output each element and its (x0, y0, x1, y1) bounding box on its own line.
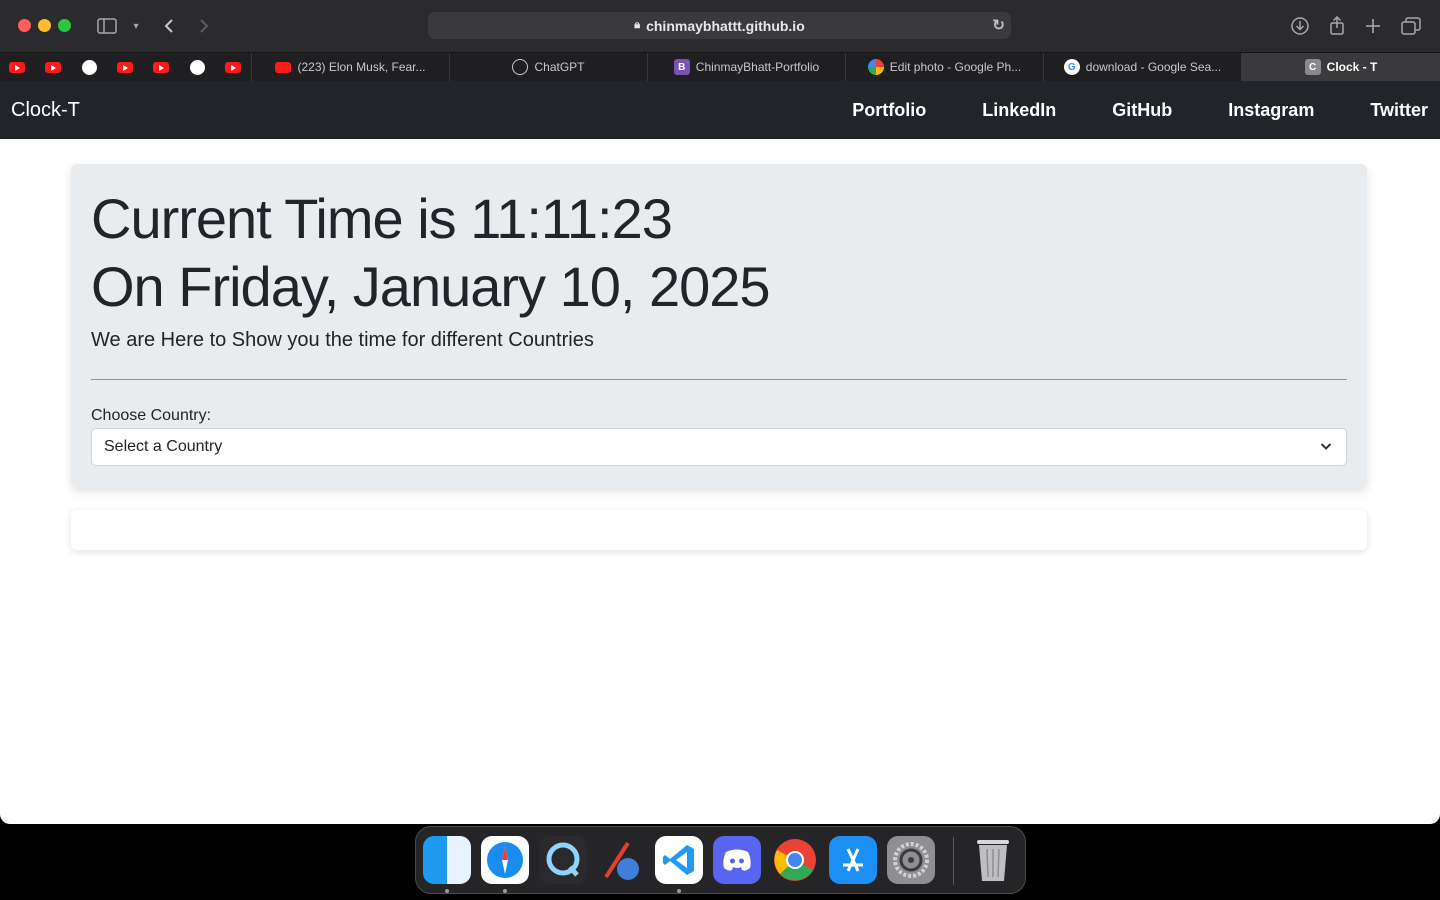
nav-link-portfolio[interactable]: Portfolio (852, 100, 926, 121)
running-indicator (503, 889, 507, 893)
safari-icon[interactable] (481, 836, 529, 884)
tab-label: Clock - T (1326, 60, 1378, 74)
pinned-tab-youtube-icon[interactable] (151, 58, 171, 76)
clock-t-icon: C (1304, 59, 1321, 75)
finder-icon[interactable] (423, 836, 471, 884)
tab-bar: (223) Elon Musk, Fear... ChatGPT B Chinm… (0, 52, 1440, 81)
tab-label: ChatGPT (534, 60, 585, 74)
discord-icon[interactable] (713, 836, 761, 884)
lock-icon: 🔒︎ (634, 19, 641, 31)
nav-link-github[interactable]: GitHub (1112, 100, 1172, 121)
forward-icon[interactable] (192, 14, 216, 38)
tab-google-photos[interactable]: Edit photo - Google Ph... (845, 53, 1043, 81)
minimize-window-button[interactable] (38, 19, 51, 32)
reload-icon[interactable]: ↻ (992, 16, 1005, 34)
youtube-icon (275, 61, 292, 73)
dock-separator (953, 837, 954, 885)
navbar-links: Portfolio LinkedIn GitHub Instagram Twit… (796, 81, 1428, 139)
chatgpt-icon (512, 59, 529, 75)
download-icon[interactable] (1288, 14, 1312, 38)
address-bar[interactable]: 🔒︎ chinmaybhattt.github.io ↻ (428, 12, 1011, 39)
clock-jumbotron: Current Time is 11:11:23 On Friday, Janu… (71, 164, 1367, 487)
google-photos-icon (867, 59, 884, 75)
tab-portfolio[interactable]: B ChinmayBhatt-Portfolio (647, 53, 845, 81)
browser-titlebar: ▾ 🔒︎ chinmaybhattt.github.io ↻ (0, 0, 1440, 52)
pinned-tab-youtube-icon[interactable] (115, 58, 135, 76)
url-text: chinmaybhattt.github.io (646, 17, 805, 34)
pinned-tab-linkedin-icon[interactable] (187, 58, 207, 76)
google-icon: G (1063, 59, 1080, 75)
current-date-heading: On Friday, January 10, 2025 (91, 255, 771, 318)
tab-chatgpt[interactable]: ChatGPT (449, 53, 647, 81)
navbar-brand[interactable]: Clock-T (11, 99, 80, 122)
tab-google-search[interactable]: G download - Google Sea... (1043, 53, 1241, 81)
tab-label: Edit photo - Google Ph... (889, 60, 1022, 74)
quicktime-icon[interactable] (539, 836, 587, 884)
instruments-icon[interactable] (597, 836, 645, 884)
new-tab-icon[interactable] (1361, 14, 1385, 38)
nav-link-linkedin[interactable]: LinkedIn (982, 100, 1056, 121)
close-window-button[interactable] (18, 19, 31, 32)
back-icon[interactable] (157, 14, 181, 38)
tab-label: (223) Elon Musk, Fear... (297, 60, 426, 74)
browser-window: ▾ 🔒︎ chinmaybhattt.github.io ↻ (223) Elo… (0, 0, 1440, 824)
chrome-icon[interactable] (771, 836, 819, 884)
tab-label: ChinmayBhatt-Portfolio (695, 60, 820, 74)
app-store-icon[interactable] (829, 836, 877, 884)
nav-link-instagram[interactable]: Instagram (1228, 100, 1314, 121)
country-label: Choose Country: (91, 407, 212, 424)
nav-link-twitter[interactable]: Twitter (1370, 100, 1428, 121)
zoom-window-button[interactable] (58, 19, 71, 32)
tab-clock-t[interactable]: C Clock - T (1241, 53, 1440, 81)
macos-dock (415, 826, 1026, 894)
current-time-heading: Current Time is 11:11:23 (91, 187, 673, 250)
running-indicator (677, 889, 681, 893)
site-navbar: Clock-T Portfolio LinkedIn GitHub Instag… (0, 81, 1440, 139)
pinned-tab-youtube-icon[interactable] (7, 58, 27, 76)
tab-label: download - Google Sea... (1085, 60, 1222, 74)
pinned-tab-youtube-icon[interactable] (223, 58, 243, 76)
country-select-value: Select a Country (104, 438, 223, 455)
tab-youtube[interactable]: (223) Elon Musk, Fear... (251, 53, 449, 81)
lead-text: We are Here to Show you the time for dif… (91, 329, 594, 351)
bootstrap-icon: B (673, 59, 690, 75)
chevron-down-icon (1320, 438, 1332, 454)
trash-icon[interactable] (969, 836, 1017, 884)
chevron-down-icon[interactable]: ▾ (124, 14, 148, 38)
pinned-tab-youtube-icon[interactable] (43, 58, 63, 76)
vscode-icon[interactable] (655, 836, 703, 884)
country-select[interactable]: Select a Country (91, 428, 1347, 466)
running-indicator (445, 889, 449, 893)
system-settings-icon[interactable] (887, 836, 935, 884)
pinned-tab-github-icon[interactable] (79, 58, 99, 76)
share-icon[interactable] (1325, 14, 1349, 38)
divider (91, 379, 1347, 380)
sidebar-toggle-icon[interactable] (95, 14, 119, 38)
result-card (71, 510, 1367, 550)
tab-overview-icon[interactable] (1399, 14, 1423, 38)
